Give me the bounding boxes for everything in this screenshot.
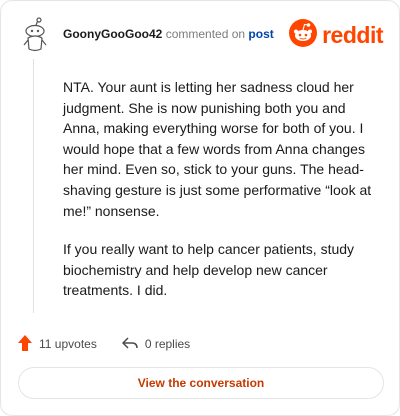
comment-body: NTA. Your aunt is letting her sadness cl… — [63, 77, 383, 319]
upvote-button[interactable]: 11 upvotes — [17, 334, 97, 355]
thread-line — [33, 59, 34, 313]
commented-on-text: commented on — [165, 27, 246, 41]
reddit-brand[interactable]: reddit — [289, 18, 383, 52]
reply-button[interactable]: 0 replies — [121, 335, 190, 354]
upvote-arrow-icon — [17, 334, 33, 355]
reddit-wordmark: reddit — [322, 21, 383, 48]
view-conversation-button[interactable]: View the conversation — [18, 367, 384, 399]
reply-arrow-icon — [121, 335, 139, 354]
comment-paragraph: NTA. Your aunt is letting her sadness cl… — [63, 79, 372, 219]
comment-header: GoonyGooGoo42 commented on post reddit — [17, 15, 383, 55]
comment-embed-card: GoonyGooGoo42 commented on post reddit N… — [0, 0, 400, 416]
post-link[interactable]: post — [248, 27, 273, 41]
reddit-logo-icon — [289, 18, 318, 52]
snoo-avatar-icon[interactable] — [21, 17, 49, 53]
comment-actions: 11 upvotes 0 replies — [17, 333, 190, 355]
comment-byline: GoonyGooGoo42 commented on post — [63, 27, 274, 42]
upvote-count: 11 upvotes — [39, 337, 97, 351]
comment-paragraph: If you really want to help cancer patien… — [63, 241, 355, 299]
username[interactable]: GoonyGooGoo42 — [63, 27, 162, 41]
reply-count: 0 replies — [144, 337, 191, 351]
